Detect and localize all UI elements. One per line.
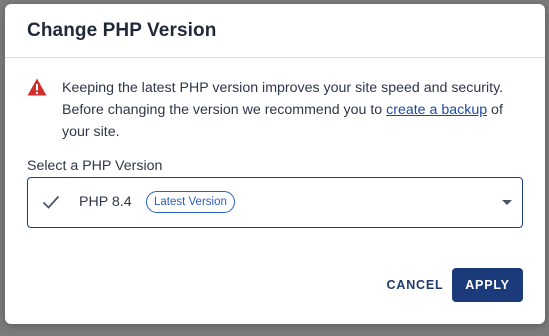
latest-version-badge: Latest Version bbox=[146, 191, 235, 213]
check-icon bbox=[42, 195, 60, 209]
warning-icon bbox=[27, 78, 47, 96]
change-php-version-dialog: Change PHP Version Keeping the latest PH… bbox=[5, 4, 545, 324]
cancel-button[interactable]: CANCEL bbox=[381, 268, 449, 302]
create-backup-link[interactable]: create a backup bbox=[386, 102, 487, 118]
dialog-title: Change PHP Version bbox=[27, 20, 217, 41]
selected-php-version: PHP 8.4 bbox=[79, 194, 132, 210]
warning-message: Keeping the latest PHP version improves … bbox=[62, 77, 532, 143]
dialog-header: Change PHP Version bbox=[5, 4, 545, 58]
apply-button[interactable]: APPLY bbox=[452, 268, 523, 302]
select-label: Select a PHP Version bbox=[27, 158, 163, 174]
php-version-select[interactable]: PHP 8.4 Latest Version bbox=[27, 177, 523, 228]
chevron-down-icon[interactable] bbox=[502, 200, 512, 205]
